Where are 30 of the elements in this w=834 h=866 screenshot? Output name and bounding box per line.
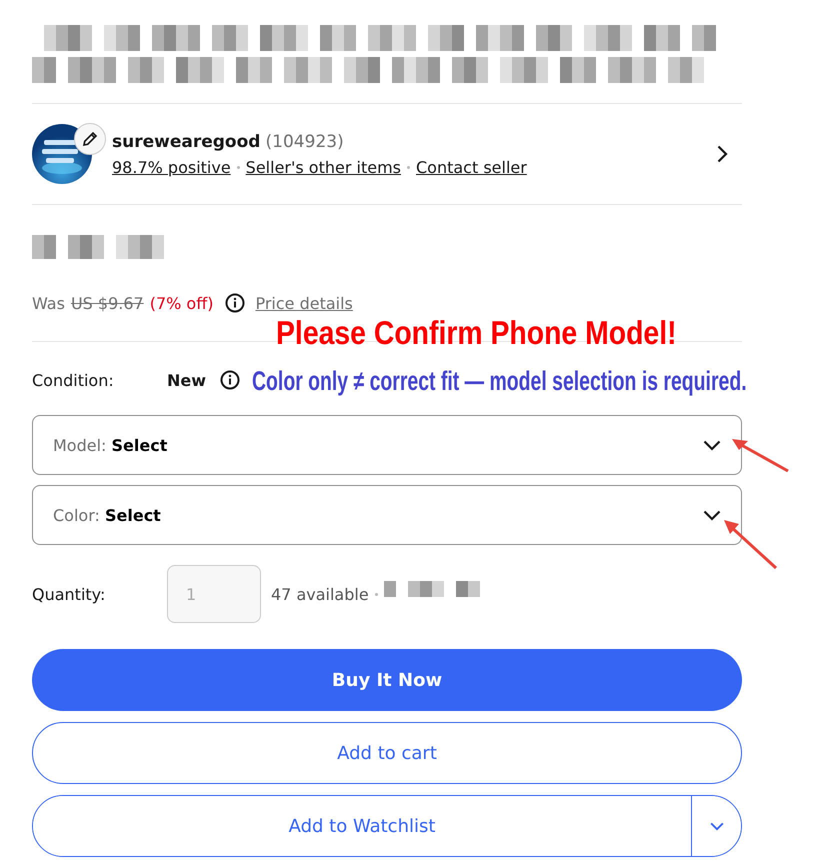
was-label: Was [32, 294, 65, 312]
dropdown-select[interactable]: Model: Select [32, 415, 742, 475]
seller-link[interactable]: 98.7% positive [112, 158, 231, 176]
discount-text: (7% off) [150, 294, 214, 312]
buy-button[interactable]: Buy It Now [32, 649, 742, 711]
condition-label: Condition: [32, 370, 115, 390]
dropdown-select[interactable]: Color: Select [32, 485, 742, 545]
pencil-icon [81, 130, 99, 148]
chevron-right-icon[interactable] [717, 145, 728, 163]
annotation-headline: Please Confirm Phone Model! [276, 314, 677, 352]
feedback-count: (104923) [266, 132, 344, 152]
condition-value: New [167, 370, 206, 390]
arrow-icon [722, 518, 778, 570]
availability-text: 47 available [271, 584, 369, 604]
price-details-link[interactable]: Price details [255, 294, 353, 312]
edit-button[interactable] [74, 123, 106, 155]
arrow-icon [730, 437, 790, 473]
chevron-down-icon [710, 822, 724, 830]
annotation-note: Color only ≠ correct fit — model selection is required. [252, 366, 747, 397]
more-options-button[interactable] [691, 796, 741, 856]
info-icon[interactable] [220, 370, 240, 390]
original-price: US $9.67 [70, 294, 144, 312]
chevron-down-icon [703, 510, 721, 520]
info-icon[interactable] [225, 293, 246, 313]
seller-link[interactable]: Contact seller [416, 158, 527, 176]
seller-name: surewearegood [112, 132, 260, 152]
seller-link[interactable]: Seller's other items [246, 158, 401, 176]
quantity-label: Quantity: [32, 584, 106, 604]
chevron-down-icon [703, 440, 721, 450]
add-to-cart-button[interactable]: Add to cart [32, 722, 742, 784]
